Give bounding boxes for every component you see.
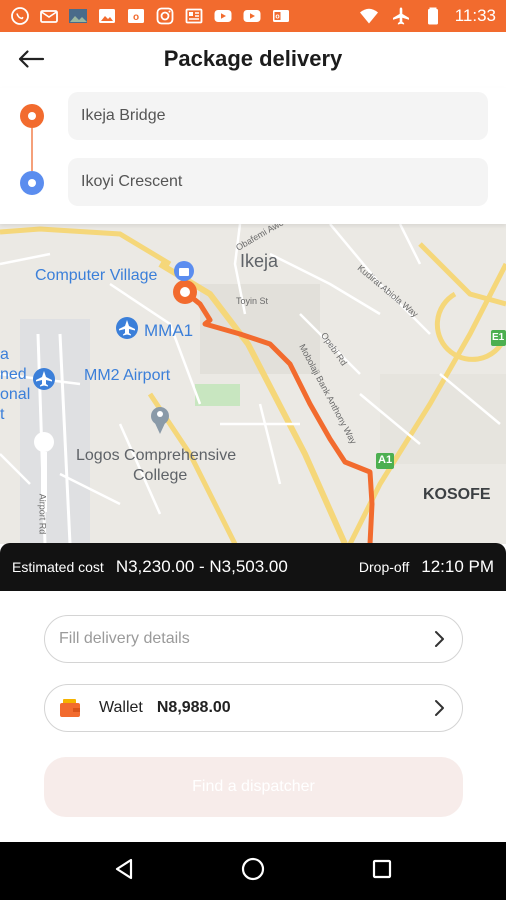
wallet-label: Wallet <box>99 699 143 716</box>
photo-thumbnail-icon <box>68 6 88 26</box>
map-label-e1-shield: E1 <box>492 332 505 343</box>
map-label-mma1: MMA1 <box>144 321 194 340</box>
dropoff-location-text: Ikoyi Crescent <box>81 173 183 190</box>
instagram-icon <box>155 6 175 26</box>
nav-recents-button[interactable] <box>362 851 402 891</box>
wallet-icon <box>59 698 81 718</box>
airplane-mode-icon <box>391 6 411 26</box>
nav-home-button[interactable] <box>233 851 273 891</box>
chevron-right-icon <box>430 699 448 717</box>
outlook-mail-icon: o <box>271 6 291 26</box>
wallet-button[interactable]: Wallet N8,988.00 <box>44 684 463 732</box>
whatsapp-icon <box>10 6 30 26</box>
chevron-right-icon <box>430 630 448 648</box>
find-dispatcher-button[interactable]: Find a dispatcher <box>44 757 463 817</box>
map-label-fragment-3: onal <box>0 386 31 403</box>
svg-text:o: o <box>275 14 279 21</box>
map-label-airport-rd: Airport Rd <box>37 493 48 535</box>
wallet-balance: N8,988.00 <box>156 699 231 716</box>
triangle-back-icon <box>112 857 136 886</box>
map-label-logos-college-line1: Logos Comprehensive <box>76 447 237 464</box>
battery-icon <box>423 6 443 26</box>
map-label-toyin-st: Toyin St <box>236 296 269 306</box>
map-label-a1-shield: A1 <box>378 454 393 466</box>
email-icon <box>39 6 59 26</box>
notification-icons: o o <box>10 6 291 26</box>
pickup-marker-icon <box>20 104 44 128</box>
map-label-kosofe: KOSOFE <box>423 486 491 503</box>
map-label-computer-village: Computer Village <box>35 267 158 284</box>
fill-delivery-details-button[interactable]: Fill delivery details <box>44 615 463 663</box>
dropoff-time: 12:10 PM <box>421 557 494 576</box>
dropoff-marker-icon <box>20 171 44 195</box>
header: Package delivery <box>0 32 506 88</box>
system-icons: 11:33 <box>359 6 496 26</box>
outlook-icon: o <box>126 6 146 26</box>
map-label-fragment-1: a <box>0 346 9 363</box>
route-map[interactable]: Computer Village Ikeja MMA1 MM2 Airport … <box>0 224 506 544</box>
circle-home-icon <box>240 856 266 887</box>
delivery-details-placeholder: Fill delivery details <box>59 630 190 647</box>
page-title: Package delivery <box>163 46 343 71</box>
svg-text:o: o <box>133 12 139 23</box>
bottom-sheet: Fill delivery details Wallet N8,988.00 F… <box>0 591 506 842</box>
map-label-fragment-2: ned <box>0 366 27 383</box>
dropoff-label: Drop-off <box>358 559 410 575</box>
gallery-icon <box>97 6 117 26</box>
map-label-logos-college-line2: College <box>133 467 188 484</box>
estimated-cost-label: Estimated cost <box>12 559 104 575</box>
system-nav-bar <box>0 842 506 900</box>
news-icon <box>184 6 204 26</box>
map-label-ikeja: Ikeja <box>240 251 279 271</box>
map-label-mm2-airport: MM2 Airport <box>84 367 171 384</box>
square-recents-icon <box>371 858 393 885</box>
dropoff-location-field[interactable]: Ikoyi Crescent <box>68 158 488 206</box>
wifi-icon <box>359 6 379 26</box>
pickup-location-text: Ikeja Bridge <box>81 107 166 124</box>
estimate-bar: Estimated cost N3,230.00 - N3,503.00 Dro… <box>0 543 506 591</box>
pickup-location-field[interactable]: Ikeja Bridge <box>68 92 488 140</box>
route-connector <box>31 128 33 171</box>
youtube-icon <box>242 6 262 26</box>
clock: 11:33 <box>454 6 496 25</box>
route-panel: Ikeja Bridge Ikoyi Crescent <box>0 88 506 224</box>
youtube-icon <box>213 6 233 26</box>
status-bar: o o 11:33 <box>0 0 506 32</box>
map-label-fragment-4: t <box>0 406 5 423</box>
nav-back-button[interactable] <box>104 851 144 891</box>
estimated-cost-value: N3,230.00 - N3,503.00 <box>115 557 288 576</box>
